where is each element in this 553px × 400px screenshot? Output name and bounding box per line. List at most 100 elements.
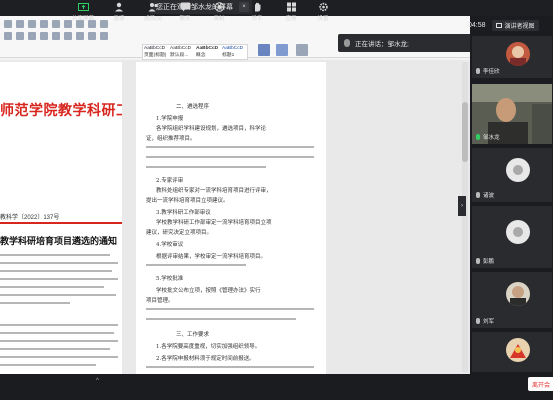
apps-button[interactable]: 应用 — [274, 2, 308, 26]
red-header-title: 师范学院教学科研工作部 — [0, 103, 122, 119]
notice-title: 教学科研培育项目遴选的通知 — [0, 237, 118, 247]
chat-button[interactable]: 聊天 — [168, 2, 202, 26]
style-item[interactable]: AaBbCcD 标题1 — [221, 45, 247, 59]
paragraph-line: 1.各学院要高度重视，切实加强组织领导。 — [156, 344, 261, 350]
participant-tile[interactable]: 彭鹏 — [472, 206, 552, 268]
collapse-panel-button[interactable]: › — [458, 196, 466, 216]
hand-icon — [252, 2, 263, 12]
ribbon-tool-icon — [28, 20, 36, 28]
style-name: 默认段... — [170, 53, 189, 58]
microphone-muted-icon — [476, 192, 480, 198]
paragraph-line: 根据评审结果，学校审定一流学科培育项目。 — [156, 254, 267, 260]
participant-name: 诸波 — [476, 191, 494, 199]
text-line — [0, 286, 104, 288]
paragraph-line: 学校教学科研工作部审定一流学科培育项目立项 — [156, 220, 272, 226]
participant-tile[interactable] — [472, 332, 552, 372]
ribbon-tool-icon — [52, 20, 60, 28]
text-line — [0, 270, 112, 272]
record-button[interactable]: 录制 — [202, 2, 236, 26]
text-line — [0, 356, 118, 358]
style-name: 概念 — [196, 53, 206, 58]
style-item[interactable]: AaBbCcD 默认段... — [169, 45, 195, 59]
text-line — [0, 324, 118, 326]
avatar — [506, 338, 530, 362]
share-options-chevron-icon[interactable]: ^ — [96, 378, 99, 384]
share-screen-button[interactable]: 共享屏幕 — [66, 2, 100, 26]
avatar-image — [506, 42, 530, 66]
settings-button[interactable]: 设置 — [306, 2, 340, 26]
scrollbar-thumb[interactable] — [462, 102, 468, 162]
document-page-right: 二、遴选程序 1.学院申报 各学院组织学科建设规划，遴选项目，科学论 证，组织推… — [136, 62, 326, 374]
text-line — [0, 340, 118, 342]
text-line — [146, 366, 314, 368]
text-line — [0, 278, 118, 280]
ribbon-tool-icon — [88, 32, 96, 40]
select-icon[interactable] — [296, 44, 308, 56]
participant-name: 李佳欣 — [476, 67, 500, 75]
find-replace-icon[interactable] — [276, 44, 288, 56]
section-heading: 三、工作要求 — [176, 332, 210, 338]
participant-name-text: 李佳欣 — [483, 69, 500, 75]
text-layout-icon[interactable] — [258, 44, 270, 56]
paragraph-line: 2.各学院申报材料须于规定时间前报送。 — [156, 356, 255, 362]
paragraph-line: 2.专家评审 — [156, 178, 184, 184]
text-line — [146, 166, 266, 168]
text-line — [146, 146, 314, 148]
style-name: 页面(标题) — [144, 53, 167, 58]
text-line — [0, 348, 110, 350]
style-gallery[interactable]: AaBbCcD 页面(标题) AaBbCcD 默认段... AaBbCcD 概念… — [142, 44, 248, 60]
paragraph-line: 各学院组织学科建设规划，遴选项目，科学论 — [156, 126, 267, 132]
participant-video-tile[interactable]: 邹水龙 — [472, 84, 552, 144]
paragraph-line: 4.学校审议 — [156, 242, 184, 248]
ribbon-tool-icon — [28, 32, 36, 40]
record-icon — [214, 2, 225, 12]
invite-button[interactable]: 邀请 — [102, 2, 136, 26]
document-scrollbar[interactable] — [462, 62, 468, 372]
ribbon-tool-icon — [64, 32, 72, 40]
section-heading: 二、遴选程序 — [176, 104, 210, 110]
text-line — [0, 262, 118, 264]
microphone-icon — [344, 39, 350, 47]
paragraph-line: 建议，研究决定立项项目。 — [146, 230, 213, 236]
microphone-muted-icon — [476, 258, 480, 264]
ribbon-tool-icon — [40, 20, 48, 28]
participant-name: 彭鹏 — [476, 257, 494, 265]
invite-icon — [114, 2, 125, 12]
ribbon-tool-icon — [52, 32, 60, 40]
text-line — [146, 264, 246, 266]
ribbon-tool-icon — [4, 20, 12, 28]
settings-label: 设置 — [317, 16, 329, 22]
speaking-text: 正在讲话：邹水龙; — [355, 41, 409, 48]
default-avatar-icon — [506, 158, 530, 182]
paragraph-line: 提出一流学科培育项目立项建议。 — [146, 198, 229, 204]
style-name: 标题1 — [222, 53, 235, 58]
leave-meeting-button[interactable]: 离开会 — [528, 377, 553, 391]
gear-icon — [318, 2, 329, 12]
chat-label: 聊天 — [179, 16, 191, 22]
document-number: 教科学〔2022〕137号 — [0, 215, 60, 221]
red-divider — [0, 222, 122, 224]
share-screen-label: 共享屏幕 — [71, 16, 94, 22]
avatar-image — [506, 338, 530, 362]
members-button[interactable]: 成员(9) — [136, 2, 170, 26]
ribbon-tool-icon — [76, 32, 84, 40]
text-line — [0, 332, 114, 334]
style-item[interactable]: AaBbCcD 概念 — [195, 45, 221, 59]
ribbon-tool-icon — [16, 32, 24, 40]
participant-tile[interactable]: 刘军 — [472, 272, 552, 328]
participant-name-text: 诸波 — [483, 193, 495, 199]
participant-name-text: 刘军 — [483, 319, 495, 325]
meeting-window: 您正在观看邹水龙的屏幕 × AaBbCcD 页面(标题) AaBbCcD 默认段… — [0, 0, 553, 400]
style-item[interactable]: AaBbCcD 页面(标题) — [143, 45, 169, 59]
ribbon-tool-icon — [16, 20, 24, 28]
ribbon-tool-icon — [40, 32, 48, 40]
participant-tile[interactable]: 诸波 — [472, 148, 552, 202]
view-mode-button[interactable]: 演讲者视图 — [491, 19, 539, 31]
participant-tile[interactable]: 李佳欣 — [472, 36, 552, 78]
ribbon-tool-icon — [100, 32, 108, 40]
grid-icon — [495, 22, 502, 28]
text-line — [0, 254, 110, 256]
text-line — [146, 318, 296, 320]
meeting-timer: 04:58 — [468, 21, 486, 29]
raise-hand-button[interactable]: 举手 — [240, 2, 274, 26]
